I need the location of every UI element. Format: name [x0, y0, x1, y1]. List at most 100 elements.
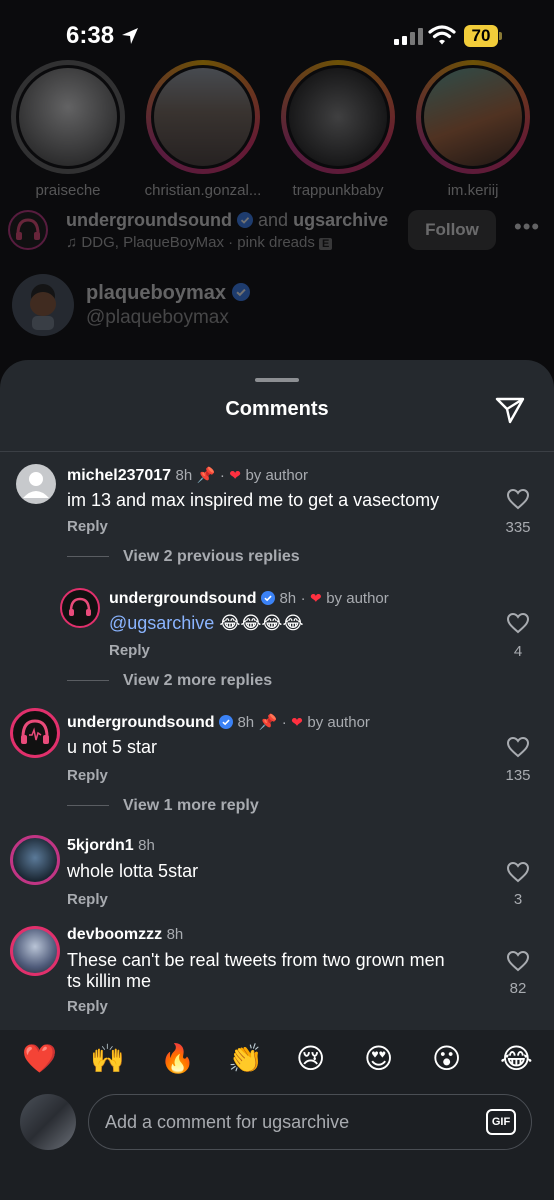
like-count: 135 — [505, 767, 531, 784]
comment-username[interactable]: undergroundsound — [67, 714, 215, 731]
emoji-heart[interactable]: ❤️ — [22, 1042, 57, 1075]
battery-indicator: 70 — [464, 25, 498, 47]
verified-badge-icon — [237, 212, 253, 228]
story-item[interactable]: praiseche — [8, 60, 128, 199]
music-note-icon: ♫ — [66, 234, 78, 251]
avatar[interactable] — [10, 708, 60, 758]
story-name: trappunkbaby — [292, 182, 384, 199]
emoji-raised-hands[interactable]: 🙌 — [90, 1042, 125, 1075]
avatar[interactable] — [10, 926, 60, 976]
comment-username[interactable]: 5kjordn1 — [67, 837, 134, 854]
comment-text: im 13 and max inspired me to get a vasec… — [67, 490, 440, 510]
comment-emojis: 😂😂😂😂 — [219, 613, 304, 633]
comment-text-line2: ts killin me — [67, 971, 152, 991]
sheet-grabber[interactable] — [255, 378, 299, 382]
reply-button[interactable]: Reply — [109, 642, 150, 659]
emoji-cry[interactable]: 😢 — [296, 1042, 325, 1075]
emoji-clap[interactable]: 👏 — [228, 1042, 263, 1075]
view-replies-label: View 2 previous replies — [123, 548, 300, 565]
heart-icon[interactable] — [506, 488, 530, 510]
reply-button[interactable]: Reply — [67, 518, 108, 535]
comment-time: 8h — [138, 837, 155, 854]
reply-button[interactable]: Reply — [67, 891, 108, 908]
like-count: 4 — [513, 643, 523, 660]
tweet-display-name: plaqueboymax — [86, 282, 227, 304]
sheet-divider — [0, 451, 554, 452]
comment-meta: devboomzzz 8h — [67, 926, 183, 944]
emoji-heart-eyes[interactable]: 😍 — [364, 1042, 393, 1075]
liked-by-author: by author — [326, 590, 389, 607]
story-name: im.keriij — [447, 182, 499, 199]
verified-badge-icon — [260, 591, 275, 605]
follow-button[interactable]: Follow — [408, 210, 496, 250]
comment-username[interactable]: michel237017 — [67, 467, 171, 484]
and-text: and — [258, 210, 289, 230]
headphones-icon — [16, 218, 40, 240]
story-item[interactable]: trappunkbaby — [278, 60, 398, 199]
comment-meta: michel237017 8h 📌 · ❤ by author — [67, 467, 308, 484]
heart-icon[interactable] — [506, 861, 530, 883]
audio-info[interactable]: ♫ DDG, PlaqueBoyMax · pink dreads E — [66, 234, 333, 251]
explicit-badge: E — [319, 238, 333, 250]
comment-meta: 5kjordn1 8h — [67, 837, 155, 855]
tweet-avatar — [12, 274, 74, 336]
view-replies[interactable]: View 1 more reply — [67, 797, 259, 815]
tweet-name: plaqueboymax — [86, 282, 250, 305]
emoji-fire[interactable]: 🔥 — [160, 1042, 195, 1075]
comment-input[interactable]: Add a comment for ugsarchive — [88, 1094, 532, 1150]
view-replies-label: View 2 more replies — [123, 672, 273, 689]
default-avatar-icon — [23, 472, 49, 498]
heart-icon[interactable] — [506, 950, 530, 972]
battery-cap — [499, 32, 502, 40]
comment-text-line1: These can't be real tweets from two grow… — [67, 950, 445, 970]
view-replies-label: View 1 more reply — [123, 797, 259, 814]
heart-icon: ❤ — [310, 590, 322, 606]
story-item[interactable]: im.keriij — [413, 60, 533, 199]
heart-icon[interactable] — [506, 612, 530, 634]
sheet-title: Comments — [225, 398, 329, 420]
comment-time: 8h — [175, 467, 193, 484]
heart-icon: ❤ — [291, 714, 303, 730]
pin-icon: 📌 — [196, 467, 216, 484]
mention-link[interactable]: @ugsarchive — [109, 613, 214, 633]
comment-time: 8h — [166, 926, 184, 943]
view-replies[interactable]: View 2 more replies — [67, 672, 272, 690]
avatar[interactable] — [16, 464, 56, 504]
status-time: 6:38 — [66, 22, 115, 49]
comment-username[interactable]: devboomzzz — [67, 926, 162, 943]
comment-meta: undergroundsound 8h 📌 · ❤ by author — [67, 714, 370, 731]
quick-emoji-bar — [0, 1030, 554, 1090]
story-name: praiseche — [35, 182, 101, 199]
comment-time: 8h — [237, 714, 255, 731]
liked-by-author: by author — [245, 467, 308, 484]
story-name: christian.gonzal... — [144, 182, 262, 199]
coauthor-name[interactable]: ugsarchive — [293, 210, 388, 230]
avatar[interactable] — [60, 588, 100, 628]
location-arrow-icon — [122, 28, 138, 44]
tweet-handle: @plaqueboymax — [86, 307, 229, 328]
reply-button[interactable]: Reply — [67, 767, 108, 784]
author-name[interactable]: undergroundsound — [66, 210, 232, 230]
my-avatar — [20, 1094, 76, 1150]
story-item[interactable]: christian.gonzal... — [143, 60, 263, 199]
share-send-icon[interactable] — [494, 394, 526, 426]
view-replies[interactable]: View 2 previous replies — [67, 548, 300, 566]
emoji-laugh[interactable]: 😂 — [500, 1042, 533, 1075]
like-count: 335 — [505, 519, 531, 536]
pin-icon: 📌 — [258, 714, 278, 731]
heart-icon[interactable] — [506, 736, 530, 758]
like-count: 82 — [509, 980, 527, 997]
more-icon[interactable]: ••• — [514, 214, 540, 240]
comment-time: 8h — [279, 590, 297, 607]
gif-button[interactable]: GIF — [486, 1109, 516, 1135]
author-avatar[interactable] — [8, 210, 48, 250]
comment-text: @ugsarchive 😂😂😂😂 — [109, 613, 303, 634]
post-authors[interactable]: undergroundsound and ugsarchive — [66, 210, 388, 231]
comment-username[interactable]: undergroundsound — [109, 590, 257, 607]
emoji-surprised[interactable]: 😮 — [432, 1042, 461, 1075]
reply-button[interactable]: Reply — [67, 998, 108, 1015]
wifi-icon — [428, 25, 456, 45]
avatar[interactable] — [10, 835, 60, 885]
verified-badge-icon — [218, 715, 233, 729]
verified-badge-icon — [231, 283, 250, 301]
